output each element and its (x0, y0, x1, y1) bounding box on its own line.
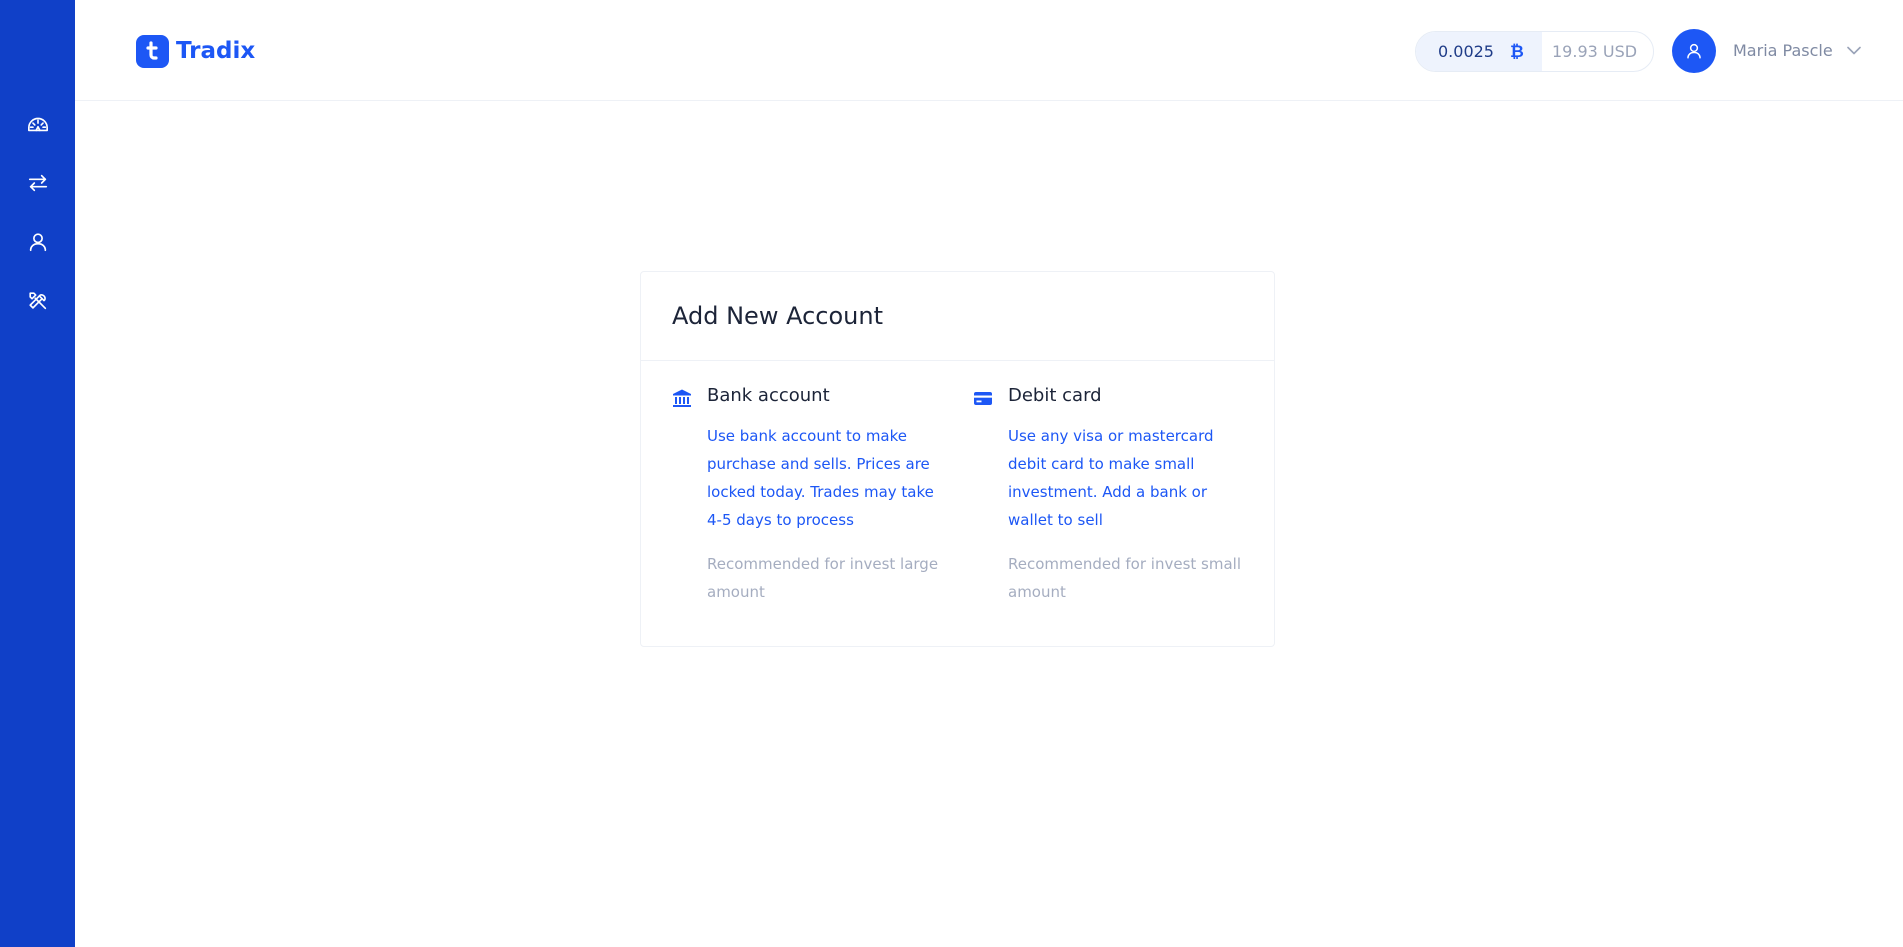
option-bank-account[interactable]: Bank account Use bank account to make pu… (672, 384, 938, 606)
top-header: Tradix 0.0025 ₿ 19.93 USD Maria Pascle (75, 0, 1903, 101)
option-description: Use bank account to make purchase and se… (707, 427, 934, 529)
crypto-balance: 0.0025 ₿ (1416, 32, 1542, 71)
option-title: Bank account (707, 385, 830, 406)
logo-mark-icon (136, 34, 169, 68)
logo[interactable]: Tradix (136, 34, 255, 68)
bitcoin-icon: ₿ (1509, 41, 1524, 62)
card-header: Add New Account (641, 272, 1274, 361)
option-description: Use any visa or mastercard debit card to… (1008, 427, 1214, 529)
option-debit-card[interactable]: Debit card Use any visa or mastercard de… (973, 384, 1241, 606)
crypto-balance-value: 0.0025 (1438, 42, 1494, 61)
user-name: Maria Pascle (1733, 41, 1833, 60)
exchange-arrows-icon (28, 174, 47, 192)
sidebar-item-settings[interactable] (0, 281, 75, 321)
dashboard-icon (27, 117, 48, 132)
sidebar-item-account[interactable] (0, 222, 75, 262)
user-icon (1687, 43, 1701, 58)
tools-icon (28, 292, 46, 310)
user-menu[interactable]: Maria Pascle (1672, 28, 1861, 73)
sidebar-item-dashboard[interactable] (0, 104, 75, 144)
sidebar-item-exchange[interactable] (0, 163, 75, 203)
avatar (1672, 28, 1716, 73)
option-title: Debit card (1008, 385, 1102, 406)
chevron-down-icon (1846, 46, 1861, 55)
usd-balance: 19.93 USD (1552, 42, 1638, 61)
credit-card-icon (974, 392, 992, 405)
option-recommendation: Recommended for invest small amount (1008, 555, 1241, 601)
option-recommendation: Recommended for invest large amount (707, 555, 939, 601)
bank-icon (673, 389, 691, 407)
app-name: Tradix (176, 38, 256, 64)
user-icon (29, 233, 46, 252)
card-title: Add New Account (672, 302, 883, 330)
add-account-card: Add New Account Bank account Use bank ac… (640, 271, 1275, 647)
sidebar (0, 0, 75, 947)
balance-widget[interactable]: 0.0025 ₿ 19.93 USD (1415, 31, 1654, 72)
